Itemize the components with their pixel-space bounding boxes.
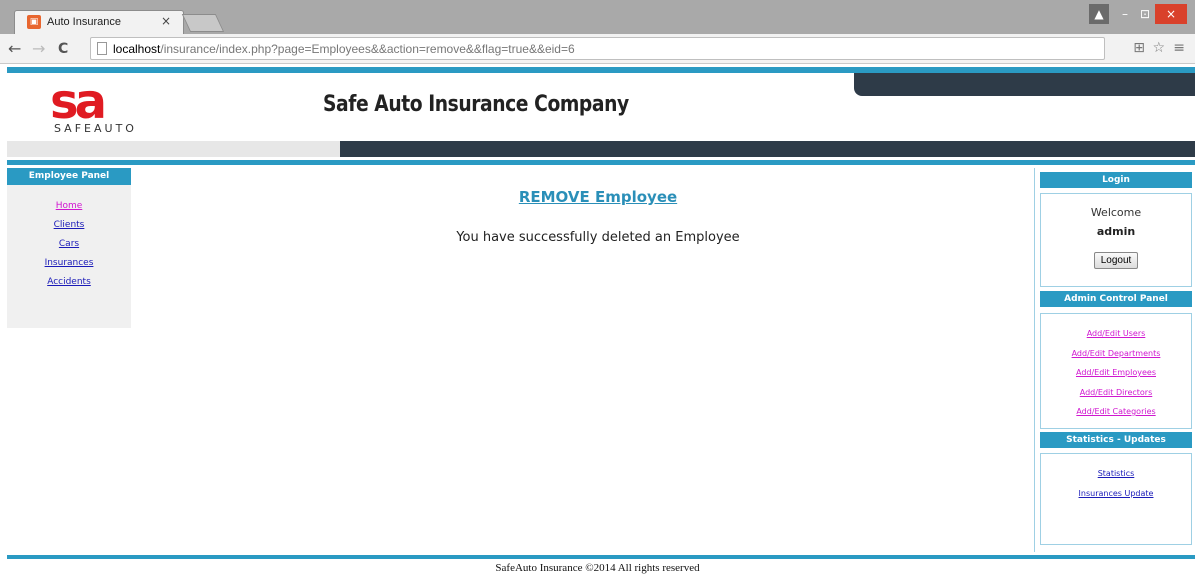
page-title: REMOVE Employee	[518, 188, 678, 206]
url-text: localhost/insurance/index.php?page=Emplo…	[113, 42, 575, 56]
employee-panel: Employee Panel Home Clients Cars Insuran…	[7, 168, 131, 328]
stats-link-insurances-update[interactable]: Insurances Update	[1041, 484, 1191, 504]
browser-tab[interactable]: ▣ Auto Insurance ×	[14, 10, 184, 34]
nav-link-cars[interactable]: Cars	[7, 235, 131, 254]
admin-link-users[interactable]: Add/Edit Users	[1041, 324, 1191, 344]
employee-panel-links: Home Clients Cars Insurances Accidents	[7, 185, 131, 292]
close-window-button[interactable]: ×	[1155, 4, 1187, 24]
menu-icon[interactable]: ≡	[1173, 40, 1185, 56]
minimize-button[interactable]: –	[1115, 4, 1135, 24]
user-icon[interactable]: ▲	[1089, 4, 1109, 24]
right-sidebar: Login Welcome admin Logout Admin Control…	[1034, 168, 1195, 552]
header-dark-bar	[854, 73, 1195, 96]
logo-mark: sa	[50, 74, 107, 130]
admin-panel-links: Add/Edit Users Add/Edit Departments Add/…	[1041, 314, 1191, 422]
admin-link-departments[interactable]: Add/Edit Departments	[1041, 344, 1191, 364]
admin-link-directors[interactable]: Add/Edit Directors	[1041, 383, 1191, 403]
window-controls: ▲ – ⊡ ×	[1089, 4, 1187, 24]
admin-panel-title: Admin Control Panel	[1040, 291, 1192, 307]
stats-panel-links: Statistics Insurances Update	[1041, 454, 1191, 503]
nav-link-accidents[interactable]: Accidents	[7, 273, 131, 292]
admin-panel: Add/Edit Users Add/Edit Departments Add/…	[1040, 313, 1192, 429]
forward-button[interactable]: →	[32, 39, 45, 58]
stats-panel-title: Statistics - Updates	[1040, 432, 1192, 448]
back-button[interactable]: ←	[8, 39, 21, 58]
username: admin	[1096, 225, 1136, 238]
nav-link-clients[interactable]: Clients	[7, 216, 131, 235]
tab-title: Auto Insurance	[47, 16, 121, 28]
address-bar[interactable]: localhost/insurance/index.php?page=Emplo…	[90, 37, 1105, 60]
admin-link-categories[interactable]: Add/Edit Categories	[1041, 402, 1191, 422]
header-sub-bar-right	[340, 141, 1195, 157]
stats-link-statistics[interactable]: Statistics	[1041, 464, 1191, 484]
browser-tabstrip: ▣ Auto Insurance × ▲ – ⊡ ×	[0, 0, 1195, 34]
url-host: localhost	[113, 42, 161, 56]
site-title: Safe Auto Insurance Company	[323, 92, 629, 117]
logout-button[interactable]: Logout	[1093, 252, 1139, 269]
footer-text: SafeAuto Insurance ©2014 All rights rese…	[495, 562, 700, 574]
login-box-title: Login	[1040, 172, 1192, 188]
stats-panel: Statistics Insurances Update	[1040, 453, 1192, 545]
header-sub-bar-left	[7, 141, 340, 157]
bookmark-star-icon[interactable]: ☆	[1152, 40, 1165, 56]
page-icon	[97, 42, 107, 55]
url-path: /insurance/index.php?page=Employees&&act…	[160, 42, 575, 56]
status-message: You have successfully deleted an Employe…	[456, 230, 740, 245]
welcome-text: Welcome	[1090, 206, 1142, 219]
employee-panel-title: Employee Panel	[7, 168, 131, 185]
logo-wordmark: SAFEAUTO	[54, 122, 137, 135]
login-box: Welcome admin Logout	[1040, 193, 1192, 287]
tab-close-icon[interactable]: ×	[161, 14, 171, 28]
browser-toolbar: ← → C localhost/insurance/index.php?page…	[0, 34, 1195, 64]
new-tab-button[interactable]	[181, 14, 225, 32]
site-logo[interactable]: sa SAFEAUTO	[50, 74, 190, 138]
favicon-icon: ▣	[27, 15, 41, 29]
reload-button[interactable]: C	[58, 41, 68, 57]
nav-link-home[interactable]: Home	[7, 197, 131, 216]
translate-icon[interactable]: ⊞	[1133, 40, 1145, 56]
nav-link-insurances[interactable]: Insurances	[7, 254, 131, 273]
header-divider	[7, 160, 1195, 165]
footer-divider	[7, 555, 1195, 559]
maximize-button[interactable]: ⊡	[1135, 4, 1155, 24]
admin-link-employees[interactable]: Add/Edit Employees	[1041, 363, 1191, 383]
